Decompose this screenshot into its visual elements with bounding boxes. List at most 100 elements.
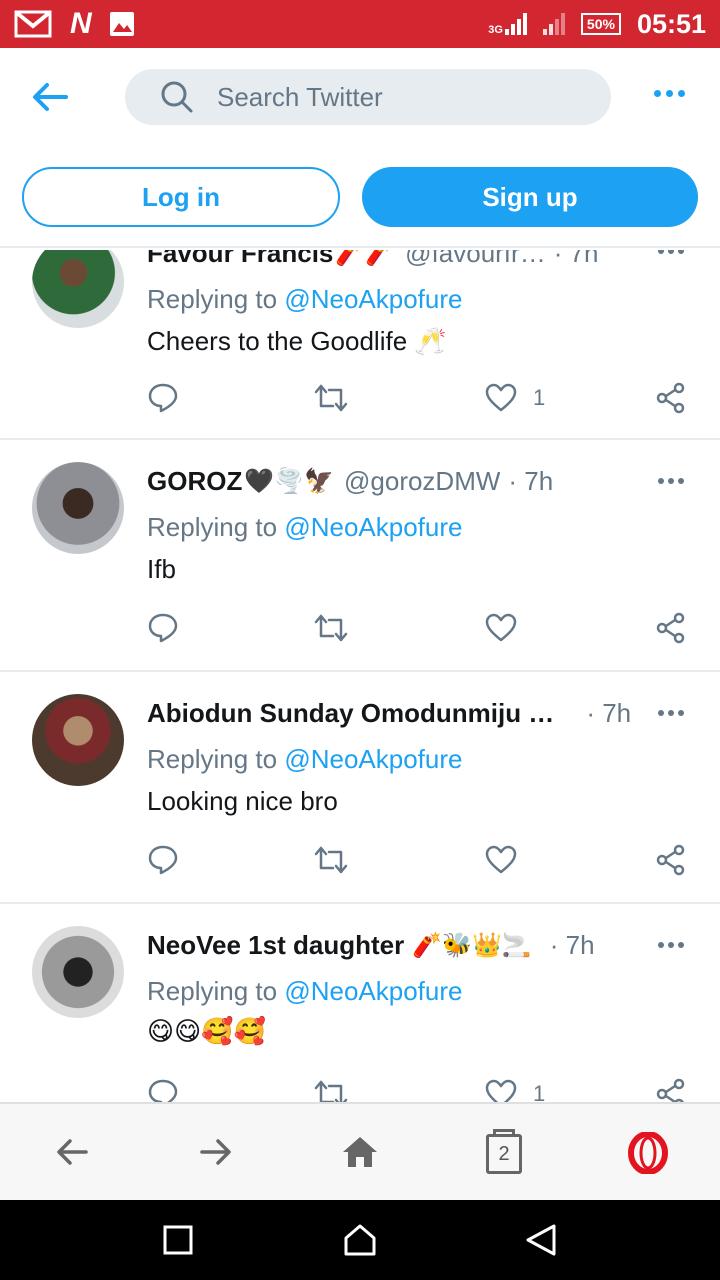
tweet-item[interactable]: GOROZ 🖤🌪️🦅 @gorozDMW · 7h Replying to @N…: [0, 440, 720, 672]
like-button[interactable]: 1: [485, 382, 545, 414]
mention-link[interactable]: @NeoAkpofure: [284, 284, 462, 314]
reply-icon: [148, 613, 178, 643]
reply-button[interactable]: [147, 844, 179, 876]
tweet-text: Looking nice bro: [147, 786, 338, 816]
retweet-icon: [314, 384, 348, 412]
share-icon: [656, 844, 685, 876]
tweet-text: Cheers to the Goodlife 🥂: [147, 326, 447, 356]
replying-to: Replying to @NeoAkpofure: [147, 284, 463, 314]
share-icon: [656, 382, 685, 414]
more-options-icon[interactable]: [654, 90, 685, 97]
like-button[interactable]: [485, 844, 533, 876]
mention-link[interactable]: @NeoAkpofure: [284, 512, 462, 542]
tweet-more-icon[interactable]: [658, 710, 684, 716]
tweet-actions: [147, 612, 692, 646]
replying-to: Replying to @NeoAkpofure: [147, 976, 463, 1006]
heart-icon: [485, 383, 517, 412]
tweet-text: 😋😋🥰🥰: [147, 1016, 266, 1046]
mention-link[interactable]: @NeoAkpofure: [284, 976, 462, 1006]
replies-feed[interactable]: Favour Francis 🧨🧨 @favourfr… · 7h Replyi…: [0, 250, 720, 1102]
avatar[interactable]: [32, 462, 124, 554]
twitter-header: Search Twitter Log in Sign up: [0, 48, 720, 248]
tweet-text: Ifb: [147, 554, 176, 584]
retweet-icon: [314, 1080, 348, 1102]
reply-button[interactable]: [147, 1078, 179, 1102]
share-button[interactable]: [655, 612, 687, 644]
back-arrow-icon[interactable]: [30, 80, 70, 114]
tweet-item[interactable]: Abiodun Sunday Omodunmiju … · 7h Replyin…: [0, 672, 720, 904]
reply-button[interactable]: [147, 612, 179, 644]
retweet-button[interactable]: [313, 382, 349, 414]
browser-back-icon[interactable]: [54, 1134, 90, 1170]
battery-indicator: 50%: [580, 13, 621, 35]
android-navigation-bar: [0, 1200, 720, 1280]
retweet-icon: [314, 614, 348, 642]
tweet-author-name[interactable]: Abiodun Sunday Omodunmiju …: [147, 698, 554, 729]
avatar[interactable]: [32, 250, 124, 328]
status-bar: N 3G 50% 05:51: [0, 0, 720, 48]
signal-bars-icon: [504, 13, 527, 35]
search-icon: [161, 81, 193, 113]
tweet-time: · 7h: [508, 466, 554, 496]
share-icon: [656, 612, 685, 644]
tweet-item[interactable]: NeoVee 1st daughter 🧨🐝👑🚬 · 7h Replying t…: [0, 904, 720, 1102]
tweet-time: · 7h: [553, 250, 599, 268]
tweet-item[interactable]: Favour Francis 🧨🧨 @favourfr… · 7h Replyi…: [0, 250, 720, 440]
retweet-icon: [314, 846, 348, 874]
tweet-author-name[interactable]: Favour Francis: [147, 250, 333, 269]
news-app-icon: N: [70, 7, 92, 40]
replying-to: Replying to @NeoAkpofure: [147, 512, 463, 542]
home-icon[interactable]: [341, 1134, 379, 1170]
like-button[interactable]: [485, 612, 533, 644]
tweet-more-icon[interactable]: [658, 942, 684, 948]
reply-button[interactable]: [147, 382, 179, 414]
tweet-time: · 7h: [549, 930, 595, 960]
tweet-header: Favour Francis 🧨🧨 @favourfr… · 7h: [147, 250, 690, 269]
retweet-button[interactable]: [313, 612, 349, 644]
tweet-header: GOROZ 🖤🌪️🦅 @gorozDMW · 7h: [147, 466, 690, 497]
signal-bars-icon-2: [542, 13, 565, 35]
heart-icon: [485, 1079, 517, 1102]
android-home-icon[interactable]: [342, 1222, 378, 1258]
retweet-button[interactable]: [313, 1078, 349, 1102]
heart-icon: [485, 613, 517, 642]
login-button[interactable]: Log in: [22, 167, 340, 227]
like-count: 1: [533, 1081, 546, 1102]
heart-icon: [485, 845, 517, 874]
avatar[interactable]: [32, 926, 124, 1018]
mobile-signal-3g: 3G: [488, 13, 527, 36]
tweet-actions: 1: [147, 382, 692, 416]
name-emoji: 🧨🧨: [335, 250, 396, 267]
android-back-icon[interactable]: [524, 1222, 558, 1258]
tweet-time: · 7h: [586, 698, 632, 728]
tabs-counter-button[interactable]: 2: [486, 1129, 522, 1174]
tweet-author-name[interactable]: NeoVee 1st daughter: [147, 930, 404, 961]
share-button[interactable]: [655, 844, 687, 876]
browser-forward-icon[interactable]: [198, 1134, 234, 1170]
share-button[interactable]: [655, 1078, 687, 1102]
mention-link[interactable]: @NeoAkpofure: [284, 744, 462, 774]
search-placeholder: Search Twitter: [217, 81, 383, 112]
tweet-header: NeoVee 1st daughter 🧨🐝👑🚬 · 7h: [147, 930, 690, 961]
tweet-author-name[interactable]: GOROZ: [147, 466, 242, 497]
browser-bottom-nav: 2: [0, 1102, 720, 1200]
tweet-more-icon[interactable]: [658, 478, 684, 484]
share-button[interactable]: [655, 382, 687, 414]
retweet-button[interactable]: [313, 844, 349, 876]
replying-to: Replying to @NeoAkpofure: [147, 744, 463, 774]
avatar[interactable]: [32, 694, 124, 786]
search-input[interactable]: Search Twitter: [125, 69, 611, 125]
tweet-handle[interactable]: @gorozDMW: [344, 466, 500, 497]
share-icon: [656, 1078, 685, 1102]
opera-menu-icon[interactable]: [628, 1132, 668, 1174]
reply-icon: [148, 845, 178, 875]
tweet-more-icon[interactable]: [658, 250, 684, 254]
tweet-actions: [147, 844, 692, 878]
recent-apps-icon[interactable]: [162, 1224, 194, 1256]
gallery-icon: [109, 12, 134, 36]
gmail-icon: [14, 10, 52, 38]
signup-button[interactable]: Sign up: [362, 167, 698, 227]
like-button[interactable]: 1: [485, 1078, 545, 1102]
tweet-handle[interactable]: @favourfr…: [405, 250, 546, 269]
network-type: 3G: [488, 24, 503, 36]
